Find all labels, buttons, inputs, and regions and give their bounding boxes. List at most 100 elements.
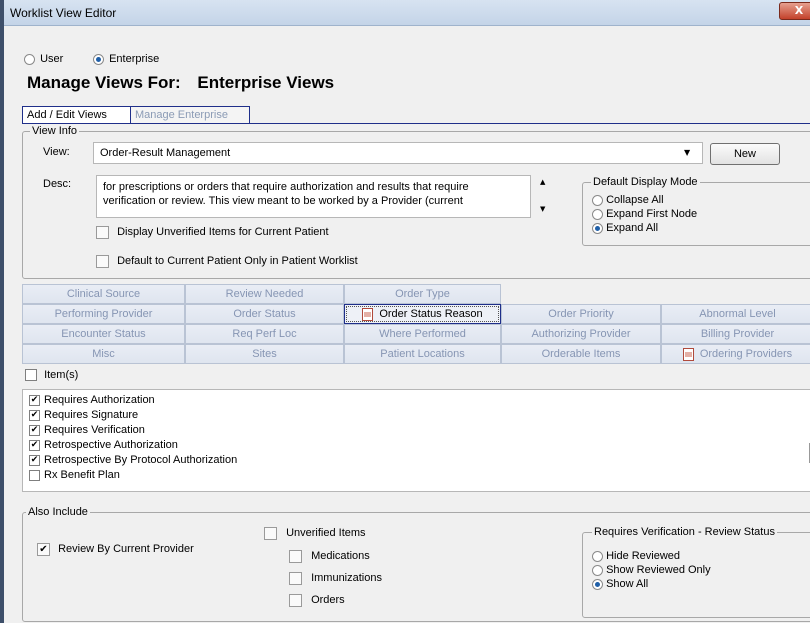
view-select[interactable]: Order-Result Management [93, 142, 703, 164]
orders-checkbox[interactable] [289, 594, 302, 607]
criteria-order-type[interactable]: Order Type [344, 284, 501, 304]
scroll-up-icon[interactable]: ▲ [540, 178, 545, 186]
window-title: Worklist View Editor [10, 6, 117, 20]
criteria-billing-provider[interactable]: Billing Provider [661, 324, 810, 344]
orders-option[interactable]: Orders [289, 594, 345, 607]
also-include-legend: Also Include [26, 506, 90, 518]
criteria-ordering-providers[interactable]: Ordering Providers [661, 344, 810, 364]
criteria-order-status-reason[interactable]: Order Status Reason [344, 304, 501, 324]
close-button[interactable]: X [779, 2, 810, 20]
show-reviewed-only-radio[interactable] [592, 564, 603, 576]
chevron-down-icon[interactable]: ▼ [684, 148, 690, 157]
display-mode-legend: Default Display Mode [591, 176, 700, 188]
list-item[interactable]: ✔ Requires Authorization [29, 394, 155, 406]
criteria-patient-locations[interactable]: Patient Locations [344, 344, 501, 364]
immunizations-option[interactable]: Immunizations [289, 572, 382, 585]
expand-first-node-option[interactable]: Expand First Node [592, 208, 697, 220]
medications-label: Medications [311, 550, 370, 563]
item-checkbox[interactable] [29, 469, 40, 481]
item-checkbox[interactable]: ✔ [29, 424, 40, 436]
default-current-option[interactable]: Default to Current Patient Only in Patie… [96, 255, 358, 268]
review-by-current-option[interactable]: ✔ Review By Current Provider [37, 543, 194, 556]
item-label: Retrospective By Protocol Authorization [44, 454, 238, 466]
medications-checkbox[interactable] [289, 550, 302, 563]
list-item[interactable]: ✔ Requires Verification [29, 424, 145, 436]
items-list: ✔ Requires Authorization ✔ Requires Signat… [22, 389, 810, 492]
medications-option[interactable]: Medications [289, 550, 370, 563]
show-all-radio[interactable] [592, 578, 603, 590]
scope-enterprise-option[interactable]: Enterprise [93, 53, 159, 65]
collapse-all-option[interactable]: Collapse All [592, 194, 664, 206]
expand-all-radio[interactable] [592, 222, 603, 234]
item-label: Requires Verification [44, 424, 145, 436]
description-textarea[interactable]: for prescriptions or orders that require… [96, 175, 531, 218]
hide-reviewed-radio[interactable] [592, 550, 603, 562]
description-text: for prescriptions or orders that require… [103, 181, 469, 207]
expand-first-node-radio[interactable] [592, 208, 603, 220]
item-checkbox[interactable]: ✔ [29, 409, 40, 421]
tab-strip-divider [22, 123, 810, 124]
enterprise-radio[interactable] [93, 53, 104, 65]
tab-manage-enterprise[interactable]: Manage Enterprise [131, 106, 250, 123]
criteria-order-status[interactable]: Order Status [185, 304, 344, 324]
user-radio[interactable] [24, 53, 35, 65]
expand-all-option[interactable]: Expand All [592, 222, 658, 234]
default-current-checkbox[interactable] [96, 255, 109, 268]
criteria-req-perf-loc[interactable]: Req Perf Loc [185, 324, 344, 344]
page-title: Manage Views For: Enterprise Views [27, 73, 334, 93]
unverified-items-checkbox[interactable] [264, 527, 277, 540]
criteria-authorizing-provider[interactable]: Authorizing Provider [501, 324, 661, 344]
view-select-value: Order-Result Management [100, 147, 231, 159]
items-header[interactable]: Item(s) [25, 369, 79, 382]
hide-reviewed-option[interactable]: Hide Reviewed [592, 550, 680, 562]
list-item[interactable]: ✔ Retrospective By Protocol Authorization [29, 454, 237, 466]
list-item[interactable]: Rx Benefit Plan [29, 469, 120, 481]
expand-all-label: Expand All [606, 222, 659, 234]
close-icon: X [794, 4, 804, 17]
review-status-legend: Requires Verification - Review Status [592, 526, 777, 538]
item-checkbox[interactable]: ✔ [29, 394, 40, 406]
item-checkbox[interactable]: ✔ [29, 439, 40, 451]
review-by-current-checkbox[interactable]: ✔ [37, 543, 50, 556]
scroll-down-icon[interactable]: ▼ [540, 205, 545, 213]
display-unverified-label: Display Unverified Items for Current Pat… [117, 226, 329, 239]
show-reviewed-only-option[interactable]: Show Reviewed Only [592, 564, 711, 576]
expand-first-node-label: Expand First Node [606, 208, 698, 220]
show-all-option[interactable]: Show All [592, 578, 648, 590]
desc-label: Desc: [43, 178, 72, 190]
item-label: Requires Authorization [44, 394, 155, 406]
list-item[interactable]: ✔ Retrospective Authorization [29, 439, 178, 451]
list-item[interactable]: ✔ Requires Signature [29, 409, 138, 421]
tab-add-edit-views[interactable]: Add / Edit Views [22, 106, 131, 123]
criteria-performing-provider[interactable]: Performing Provider [22, 304, 185, 324]
show-all-label: Show All [606, 578, 649, 590]
immunizations-checkbox[interactable] [289, 572, 302, 585]
show-reviewed-only-label: Show Reviewed Only [606, 564, 711, 576]
criteria-order-priority[interactable]: Order Priority [501, 304, 661, 324]
enterprise-radio-label: Enterprise [109, 53, 160, 65]
items-select-all-checkbox[interactable] [25, 369, 37, 382]
criteria-review-needed[interactable]: Review Needed [185, 284, 344, 304]
criteria-where-performed[interactable]: Where Performed [344, 324, 501, 344]
worklist-view-editor-window: Worklist View Editor X User Enterprise M… [0, 0, 810, 623]
criteria-orderable-items[interactable]: Orderable Items [501, 344, 661, 364]
display-unverified-checkbox[interactable] [96, 226, 109, 239]
criteria-misc[interactable]: Misc [22, 344, 185, 364]
display-unverified-option[interactable]: Display Unverified Items for Current Pat… [96, 226, 329, 239]
criteria-encounter-status[interactable]: Encounter Status [22, 324, 185, 344]
item-checkbox[interactable]: ✔ [29, 454, 40, 466]
hide-reviewed-label: Hide Reviewed [606, 550, 681, 562]
unverified-items-option[interactable]: Unverified Items [264, 527, 366, 540]
unverified-items-label: Unverified Items [286, 527, 366, 540]
criteria-clinical-source[interactable]: Clinical Source [22, 284, 185, 304]
items-header-label: Item(s) [44, 369, 79, 381]
review-by-current-label: Review By Current Provider [58, 543, 194, 556]
document-icon [362, 307, 374, 321]
criteria-abnormal-level[interactable]: Abnormal Level [661, 304, 810, 324]
collapse-all-radio[interactable] [592, 194, 603, 206]
new-view-button[interactable]: New [710, 143, 780, 165]
manage-views-label: Manage Views For: [27, 73, 181, 92]
criteria-sites[interactable]: Sites [185, 344, 344, 364]
item-label: Rx Benefit Plan [44, 469, 120, 481]
scope-user-option[interactable]: User [24, 53, 63, 65]
